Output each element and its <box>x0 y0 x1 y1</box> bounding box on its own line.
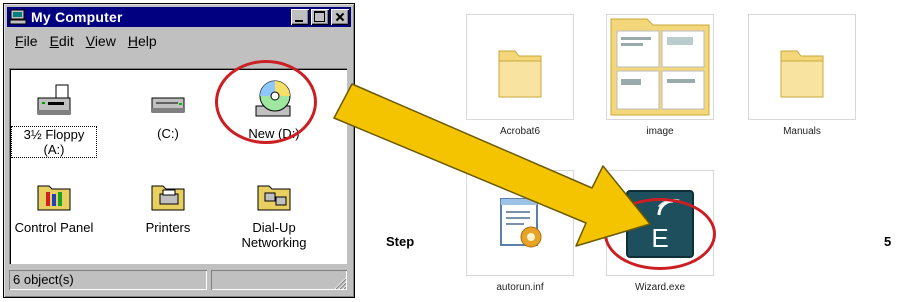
menu-file[interactable]: File <box>9 33 44 49</box>
highlight-circle-wizard <box>604 198 716 270</box>
item-label: Dial-Up Networking <box>241 220 307 250</box>
title-bar[interactable]: My Computer <box>7 7 351 27</box>
drive-label: 3½ Floppy (A:) <box>11 126 97 158</box>
menu-view[interactable]: View <box>80 33 122 49</box>
file-tile-acrobat6[interactable] <box>466 14 574 120</box>
image-folder-icon <box>610 18 710 116</box>
item-dial-up-networking[interactable]: Dial-Up Networking <box>231 176 317 250</box>
resize-grip-icon[interactable] <box>333 276 347 290</box>
status-bar: 6 object(s) <box>9 270 347 292</box>
status-pane-empty <box>211 270 347 290</box>
my-computer-icon <box>9 9 27 25</box>
file-tile-autorun[interactable] <box>466 170 574 276</box>
maximize-button[interactable] <box>311 9 329 25</box>
file-label: Manuals <box>783 126 821 137</box>
autorun-file-icon <box>500 198 542 248</box>
step-number: 5 <box>884 234 892 249</box>
status-text: 6 object(s) <box>9 270 207 290</box>
menu-edit[interactable]: Edit <box>44 33 80 49</box>
window-title: My Computer <box>31 9 123 25</box>
file-tile-image[interactable] <box>606 14 714 120</box>
file-label: autorun.inf <box>496 282 544 293</box>
my-computer-window: My Computer File Edit View Help 3½ Flopp… <box>3 3 355 298</box>
item-printers[interactable]: Printers <box>125 176 211 235</box>
file-label: Wizard.exe <box>634 282 685 293</box>
file-label: Acrobat6 <box>499 126 541 137</box>
drive-item-floppy[interactable]: 3½ Floppy (A:) <box>11 82 97 158</box>
dial-up-networking-icon <box>257 185 291 211</box>
control-panel-icon <box>37 185 71 211</box>
menu-bar: File Edit View Help <box>9 30 349 52</box>
drive-label: (C:) <box>157 126 179 141</box>
minimize-button[interactable] <box>291 9 309 25</box>
hard-drive-icon <box>151 97 185 113</box>
menu-help[interactable]: Help <box>122 33 163 49</box>
item-label: Control Panel <box>14 220 94 235</box>
item-control-panel[interactable]: Control Panel <box>11 176 97 235</box>
file-label: image <box>646 126 674 137</box>
drive-item-c[interactable]: (C:) <box>125 82 211 141</box>
file-tile-manuals[interactable] <box>748 14 856 120</box>
printers-icon <box>151 185 185 211</box>
highlight-circle-d-drive <box>215 60 317 144</box>
floppy-drive-icon <box>37 84 71 115</box>
folder-icon <box>498 50 542 98</box>
folder-icon <box>780 50 824 98</box>
close-button[interactable] <box>331 9 349 25</box>
step-label: Step <box>386 234 415 249</box>
item-label: Printers <box>145 220 191 235</box>
